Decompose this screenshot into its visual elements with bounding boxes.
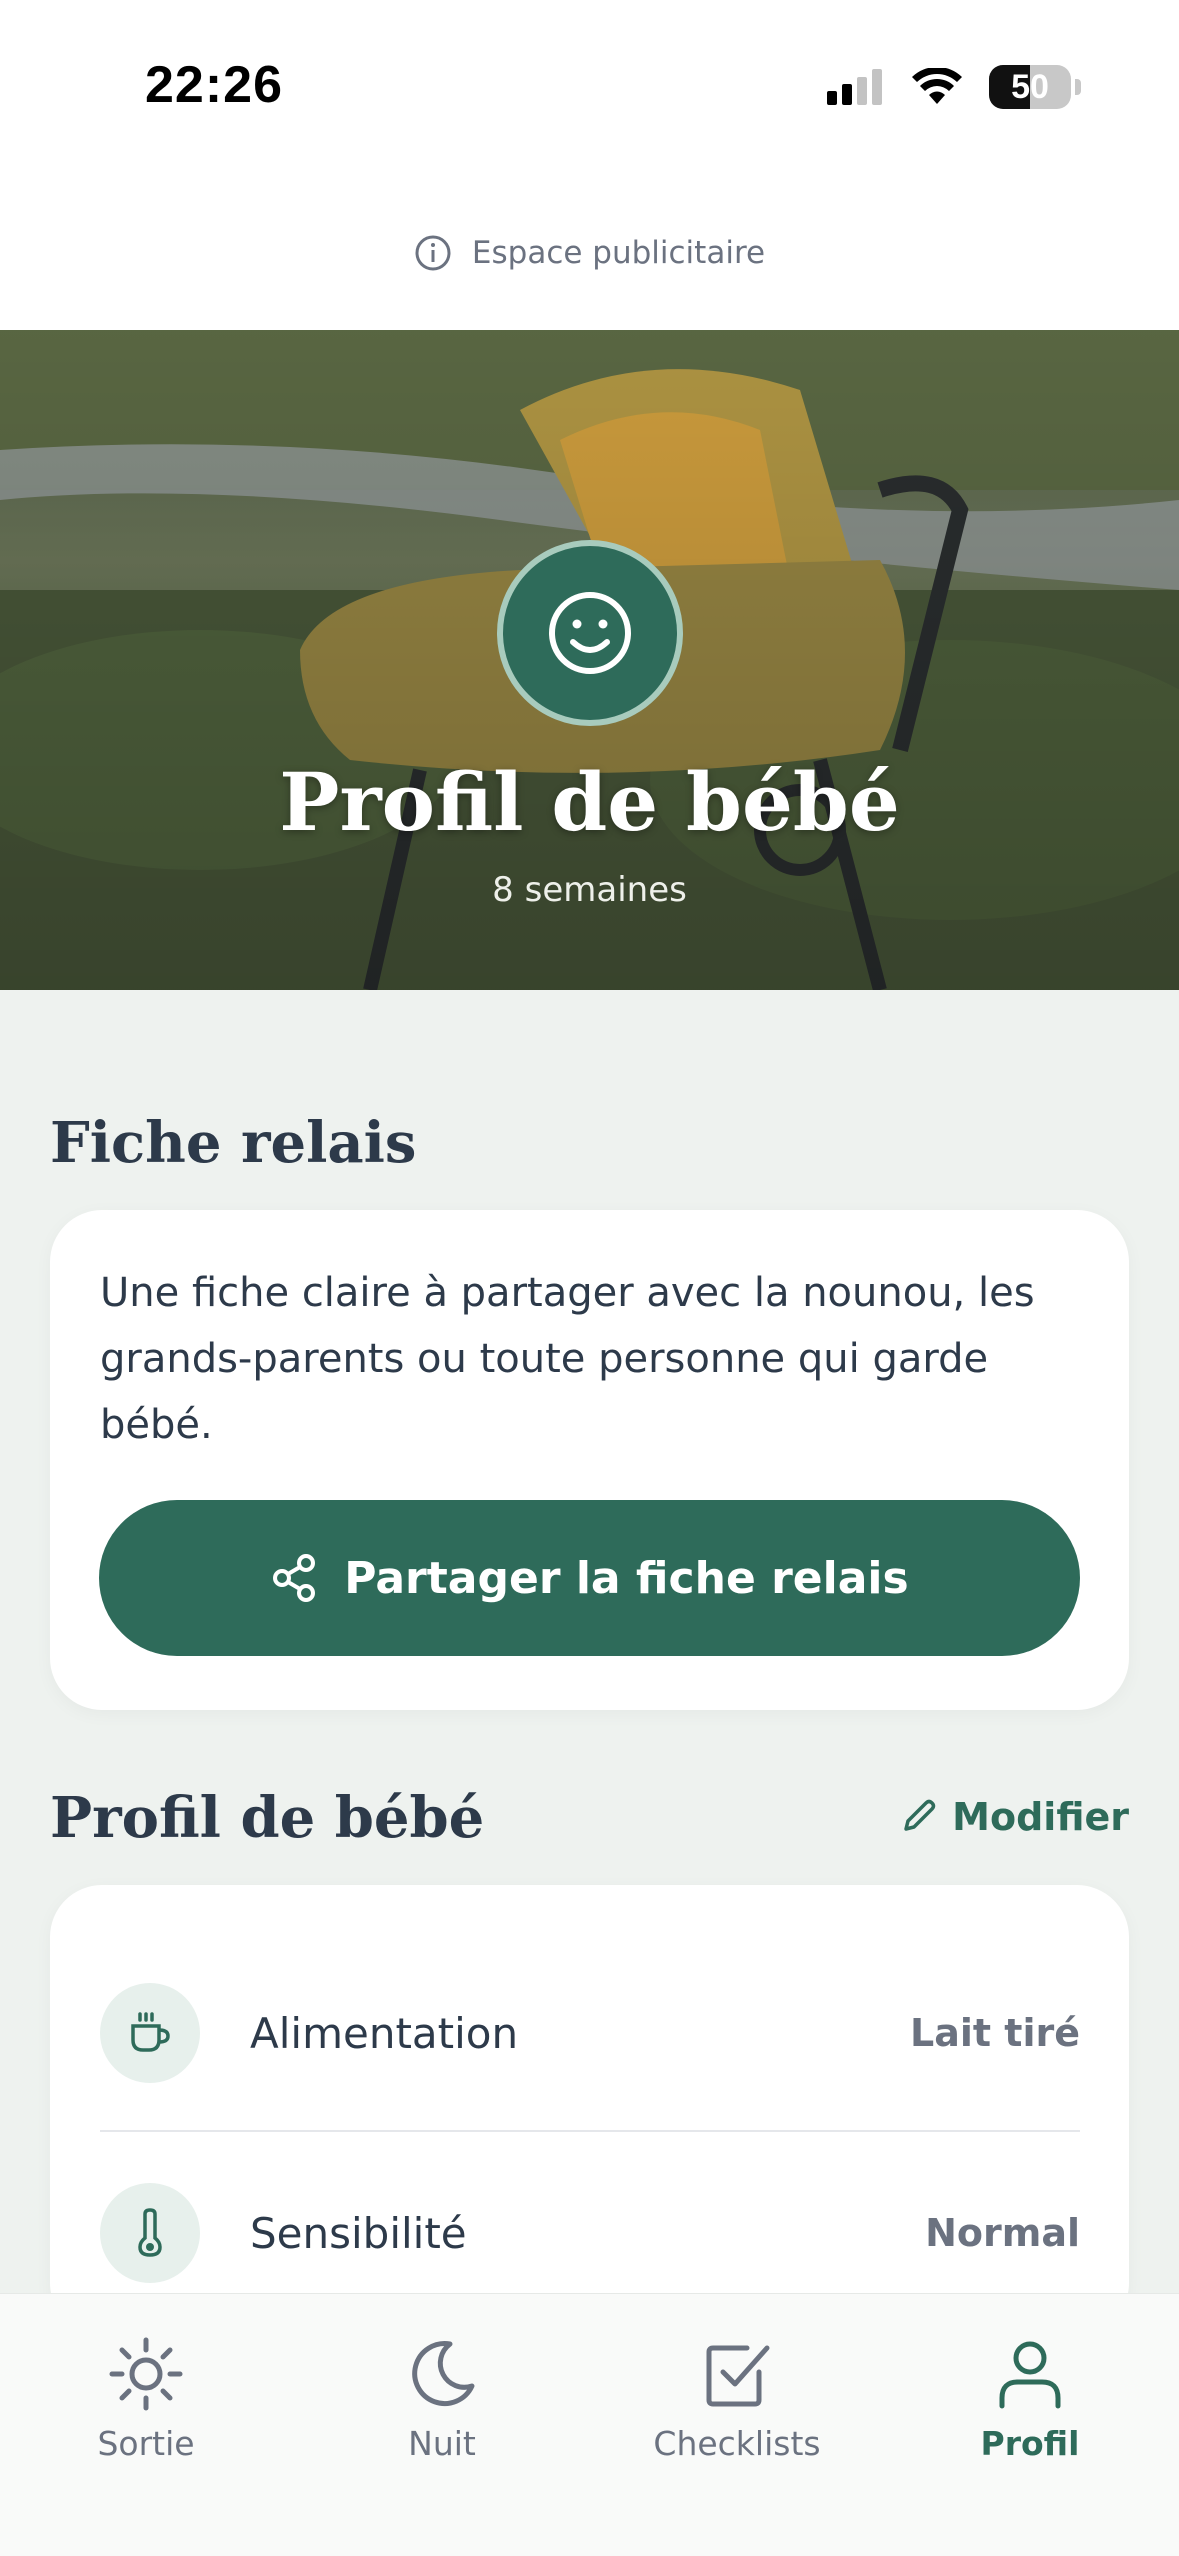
info-icon (415, 235, 451, 270)
relay-description: Une fiche claire à partager avec la noun… (100, 1270, 1035, 1448)
tab-label: Profil (980, 2424, 1080, 2463)
share-icon (273, 1554, 316, 1602)
baby-age: 8 semaines (492, 870, 687, 910)
tab-sortie[interactable]: Sortie (46, 2334, 246, 2463)
status-bar: 22:26 50 (0, 0, 1179, 175)
user-icon (999, 2341, 1061, 2409)
relay-card: Une fiche claire à partager avec la noun… (50, 1210, 1129, 1710)
edit-profile-link[interactable]: Modifier (898, 1795, 1129, 1839)
tab-profil[interactable]: Profil (930, 2334, 1130, 2463)
profile-section-title: Profil de bébé (50, 1785, 485, 1851)
edit-label: Modifier (952, 1795, 1129, 1839)
profile-card: Alimentation Lait tiré Sensibilité Norma… (50, 1885, 1129, 2335)
share-button-label: Partager la fiche relais (344, 1552, 909, 1604)
smiley-icon (549, 592, 631, 674)
tab-label: Sortie (97, 2424, 195, 2463)
page-title: Profil de bébé (279, 755, 900, 849)
cellular-signal-icon (827, 69, 882, 105)
feeding-icon-badge (100, 1983, 200, 2083)
relay-section-title: Fiche relais (50, 1110, 417, 1176)
status-icons: 50 (827, 62, 1081, 112)
profile-row-label: Sensibilité (250, 2208, 467, 2258)
share-relay-button[interactable]: Partager la fiche relais (99, 1500, 1080, 1656)
tab-nuit[interactable]: Nuit (342, 2334, 542, 2463)
tab-label: Checklists (653, 2424, 821, 2463)
row-divider (100, 2130, 1080, 2132)
checkbox-icon (706, 2345, 770, 2407)
baby-avatar (497, 540, 683, 726)
battery-icon: 50 (989, 65, 1071, 109)
tab-checklists[interactable]: Checklists (637, 2334, 837, 2463)
tab-label: Nuit (408, 2424, 476, 2463)
sensitivity-icon-badge (100, 2183, 200, 2283)
moon-icon (412, 2341, 475, 2406)
profile-row-feeding[interactable]: Alimentation Lait tiré (100, 1983, 1080, 2083)
profile-row-value: Lait tiré (910, 2011, 1080, 2055)
battery-tip (1075, 79, 1081, 95)
profile-row-value: Normal (925, 2211, 1080, 2255)
hero-banner: Profil de bébé 8 semaines (0, 330, 1179, 990)
pencil-icon (904, 1799, 936, 1831)
status-time: 22:26 (145, 56, 283, 114)
ad-label: Espace publicitaire (471, 234, 766, 271)
sun-icon (109, 2337, 183, 2411)
profile-row-sensitivity[interactable]: Sensibilité Normal (100, 2183, 1080, 2283)
battery-level: 50 (1011, 67, 1049, 106)
cup-icon (131, 2012, 170, 2052)
wifi-icon (912, 68, 962, 104)
profile-row-label: Alimentation (250, 2008, 519, 2058)
tab-bar: Sortie Nuit Checklists Profil (0, 2293, 1179, 2556)
thermometer-icon (138, 2208, 162, 2257)
ad-banner[interactable]: Espace publicitaire (0, 175, 1179, 330)
